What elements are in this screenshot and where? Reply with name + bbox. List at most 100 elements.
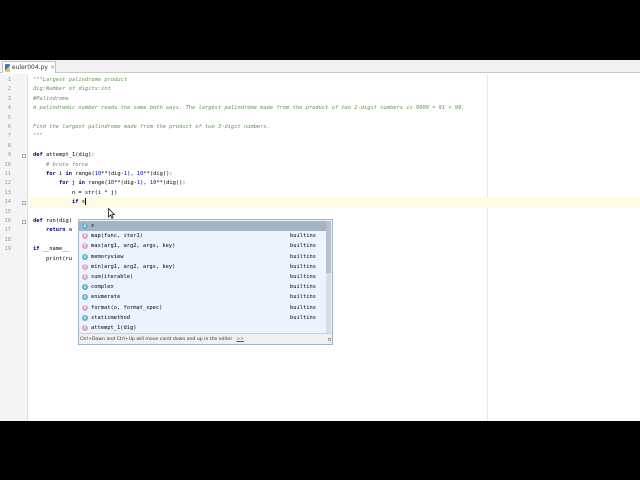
code-line[interactable]: if s [33, 198, 86, 207]
completion-item-source: builtins [290, 243, 316, 250]
code-token: **(dig- [101, 171, 124, 177]
line-number: 15 [4, 208, 12, 215]
function-icon: f [82, 325, 88, 332]
completion-item-source: builtins [290, 294, 316, 301]
ide-window: euler004.py × 1 2 3 4 5 6 7 8 9 10 11 12 13 14 15 16 17 1… [0, 60, 640, 421]
completion-item-source: builtins [290, 263, 316, 270]
code-line[interactable]: for i in range(10**(dig-1), 10**(dig)): [33, 170, 173, 179]
function-icon: f [82, 274, 88, 281]
python-file-icon [5, 63, 10, 72]
code-token: attempt_1(dig): [45, 152, 95, 159]
line-number: 19 [4, 246, 12, 253]
line-number: 18 [4, 236, 12, 243]
completion-item[interactable]: f max(arg1, arg2, args, key) builtins [79, 241, 326, 251]
code-line[interactable]: Find the largest palindrome made from th… [33, 123, 270, 132]
code-token: ), [127, 171, 137, 177]
completion-item[interactable]: c memoryview builtins [79, 252, 326, 262]
code-line[interactable]: if __name__ [33, 245, 69, 254]
code-line[interactable]: def run(dig) [33, 217, 72, 226]
line-number: 4 [7, 105, 11, 112]
completion-item[interactable]: f format(o, format_spec) builtins [79, 303, 326, 313]
line-number: 1 [7, 77, 11, 83]
right-margin-guide [487, 74, 488, 421]
completion-item[interactable]: c enumerate builtins [79, 292, 326, 302]
code-token: def [33, 218, 46, 224]
line-number: 10 [4, 161, 12, 168]
code-token: ), [140, 180, 150, 187]
completion-item[interactable]: f map(func, iter1) builtins [79, 231, 326, 241]
completion-item[interactable]: f sum(iterable) builtins [79, 272, 326, 282]
code-token: n = str(i * j) [33, 189, 118, 196]
close-icon[interactable]: × [50, 64, 55, 72]
code-line[interactable]: return a [33, 226, 72, 235]
class-icon: c [82, 314, 88, 321]
completion-scrollbar[interactable] [326, 221, 331, 333]
code-line[interactable]: def attempt_1(dig): [33, 151, 95, 160]
completion-item-name: enumerate [91, 294, 121, 301]
code-line[interactable]: print(ru [33, 255, 72, 264]
code-token: #Palindrome [33, 95, 69, 102]
line-number: 9 [7, 152, 11, 159]
line-number: 11 [4, 171, 12, 177]
code-line[interactable]: for j in range(10**(dig-1), 10**(dig)): [33, 179, 186, 188]
editor-tab-bar: euler004.py × [0, 60, 640, 73]
function-icon: f [82, 263, 88, 270]
pi-icon: π [327, 337, 331, 343]
code-line[interactable]: """Largest palindrome product [33, 76, 127, 85]
fold-marker-icon[interactable] [22, 200, 26, 205]
completion-item-name: sum(iterable) [91, 274, 134, 281]
code-line[interactable]: dig:Number of digits:int [33, 85, 111, 94]
completion-item-name: min(arg1, arg2, args, key) [91, 263, 176, 270]
completion-item-name: map(func, iter1) [91, 233, 143, 240]
code-token: in [78, 180, 89, 187]
code-token: a [68, 227, 72, 234]
tab-euler004[interactable]: euler004.py × [2, 61, 56, 73]
completion-item-source: builtins [290, 284, 316, 291]
code-line[interactable]: # brute force [33, 161, 88, 170]
completion-item-source: builtins [290, 304, 316, 311]
code-token: run(dig) [45, 218, 72, 224]
line-number: 14 [4, 199, 12, 206]
class-icon: c [82, 253, 88, 260]
code-line[interactable]: A palindromic number reads the same both… [33, 104, 465, 113]
code-token: A palindromic number reads the same both… [33, 105, 465, 112]
code-token: if [71, 199, 82, 206]
code-line[interactable]: n = str(i * j) [33, 189, 117, 198]
completion-popup[interactable]: c s f map(func, iter1) builtins f max(arg1, ar… [78, 219, 333, 345]
code-token: for [58, 180, 72, 187]
completion-item[interactable]: f attempt_1(dig) [79, 323, 326, 333]
line-number: 8 [7, 142, 11, 149]
completion-hint: Ctrl+Down and Ctrl+Up will move caret do… [79, 333, 332, 344]
code-token: return [45, 227, 69, 234]
tab-label: euler004.py [11, 63, 48, 71]
fold-marker-icon[interactable] [22, 153, 26, 158]
completion-item[interactable]: c staticmethod builtins [79, 313, 326, 323]
code-token: **(dig- [114, 180, 137, 187]
class-icon: c [82, 284, 88, 291]
completion-item-source: builtins [290, 274, 316, 281]
line-number-gutter: 1 2 3 4 5 6 7 8 9 10 11 12 13 14 15 16 17 18 19 [0, 74, 28, 421]
code-editor[interactable]: 1 2 3 4 5 6 7 8 9 10 11 12 13 14 15 16 17 18 19 """Largest… [0, 74, 640, 421]
code-token: dig:Number of digits:int [33, 86, 111, 93]
line-number: 13 [4, 189, 12, 196]
completion-item[interactable]: f min(arg1, arg2, args, key) builtins [79, 262, 326, 272]
scrollbar-thumb[interactable] [326, 221, 331, 273]
code-token: """ [33, 133, 43, 140]
completion-item-source: builtins [290, 253, 316, 260]
fold-marker-icon[interactable] [22, 219, 26, 224]
line-number: 5 [7, 114, 11, 121]
completion-item-name: staticmethod [91, 314, 130, 321]
code-token: Find the largest palindrome made from th… [33, 124, 270, 130]
completion-item[interactable]: c complex builtins [79, 282, 326, 292]
code-line[interactable]: #Palindrome [33, 95, 69, 104]
code-token: **(dig)): [143, 171, 173, 177]
hint-link[interactable]: >> [236, 337, 244, 342]
code-token: # brute force [33, 161, 89, 168]
code-line[interactable]: """ [33, 132, 43, 141]
code-token: range( [75, 171, 95, 177]
completion-item-name: memoryview [91, 253, 124, 260]
completion-item[interactable]: cs [79, 221, 326, 232]
line-number: 12 [4, 180, 12, 187]
